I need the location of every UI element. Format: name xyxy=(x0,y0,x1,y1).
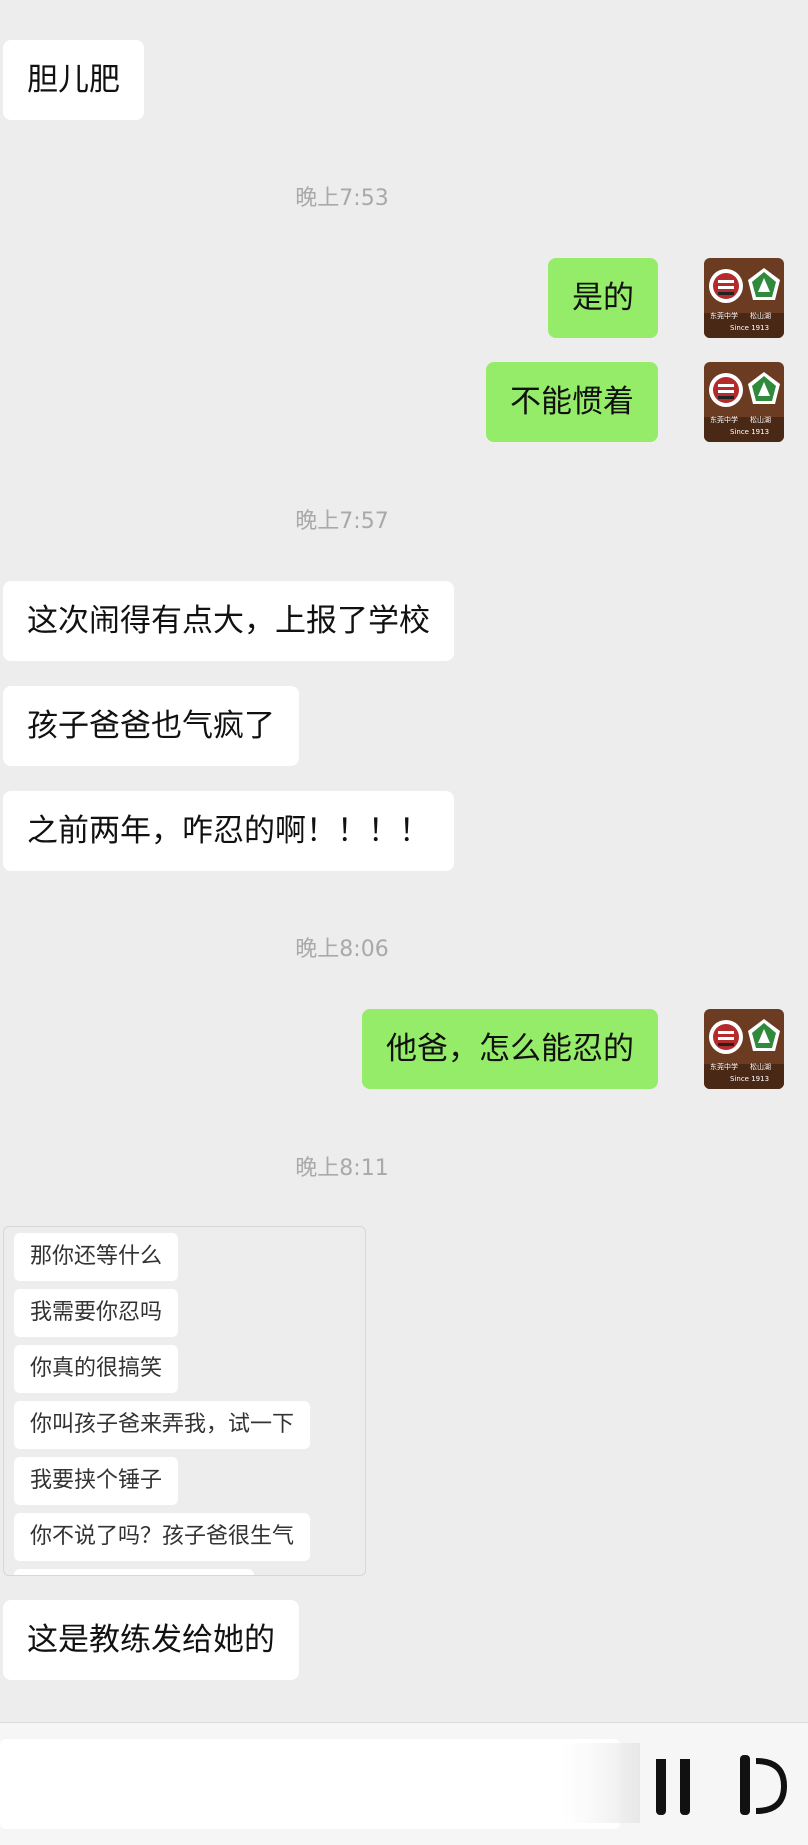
svg-text:东莞中学: 东莞中学 xyxy=(710,311,738,320)
school-logo-icon: 东莞中学 松山湖 Since 1913 xyxy=(704,1009,784,1089)
school-logo-icon: 东莞中学 松山湖 Since 1913 xyxy=(704,258,784,338)
message-bubble-incoming[interactable]: 之前两年，咋忍的啊！！！！ xyxy=(3,791,454,871)
message-bubble-incoming[interactable]: 这是教练发给她的 xyxy=(3,1600,299,1680)
school-logo-icon: 东莞中学 松山湖 Since 1913 xyxy=(704,362,784,442)
screenshot-message: 我需要你忍吗 xyxy=(14,1289,179,1337)
voice-icon[interactable] xyxy=(648,1751,698,1821)
timestamp: 晚上8:11 xyxy=(295,1156,389,1181)
emoji-icon[interactable] xyxy=(732,1751,792,1821)
blurred-fade-icon xyxy=(560,1743,640,1823)
svg-text:东莞中学: 东莞中学 xyxy=(710,415,738,424)
message-input[interactable] xyxy=(0,1739,620,1829)
screenshot-message: 你不说了吗？孩子爸很生气 xyxy=(14,1513,311,1561)
screenshot-message: 你叫孩子爸来弄我，试一下 xyxy=(14,1401,311,1449)
avatar[interactable]: 东莞中学 松山湖 Since 1913 xyxy=(704,362,784,442)
timestamp: 晚上8:06 xyxy=(295,937,389,962)
screenshot-message-cut xyxy=(14,1569,254,1575)
svg-text:Since 1913: Since 1913 xyxy=(730,1075,769,1083)
svg-text:松山湖: 松山湖 xyxy=(750,311,771,320)
svg-text:松山湖: 松山湖 xyxy=(750,1062,771,1071)
screenshot-message: 你真的很搞笑 xyxy=(14,1345,179,1393)
message-bubble-outgoing[interactable]: 是的 xyxy=(548,258,658,338)
svg-text:东莞中学: 东莞中学 xyxy=(710,1062,738,1071)
avatar[interactable]: 东莞中学 松山湖 Since 1913 xyxy=(704,1009,784,1089)
svg-text:Since 1913: Since 1913 xyxy=(730,428,769,436)
timestamp: 晚上7:53 xyxy=(295,186,389,211)
screenshot-message: 那你还等什么 xyxy=(14,1233,179,1281)
svg-text:Since 1913: Since 1913 xyxy=(730,324,769,332)
svg-text:松山湖: 松山湖 xyxy=(750,415,771,424)
input-bar xyxy=(0,1722,808,1845)
message-bubble-outgoing[interactable]: 不能惯着 xyxy=(486,362,658,442)
message-bubble-incoming[interactable]: 这次闹得有点大，上报了学校 xyxy=(3,581,454,661)
message-bubble-incoming[interactable]: 孩子爸爸也气疯了 xyxy=(3,686,299,766)
image-message-screenshot[interactable]: 那你还等什么 我需要你忍吗 你真的很搞笑 你叫孩子爸来弄我，试一下 我要挟个锤子… xyxy=(3,1226,366,1576)
message-bubble-outgoing[interactable]: 他爸，怎么能忍的 xyxy=(362,1009,658,1089)
message-bubble-incoming[interactable]: 胆儿肥 xyxy=(3,40,144,120)
screenshot-message: 我要挟个锤子 xyxy=(14,1457,179,1505)
timestamp: 晚上7:57 xyxy=(295,509,389,534)
avatar[interactable]: 东莞中学 松山湖 Since 1913 xyxy=(704,258,784,338)
